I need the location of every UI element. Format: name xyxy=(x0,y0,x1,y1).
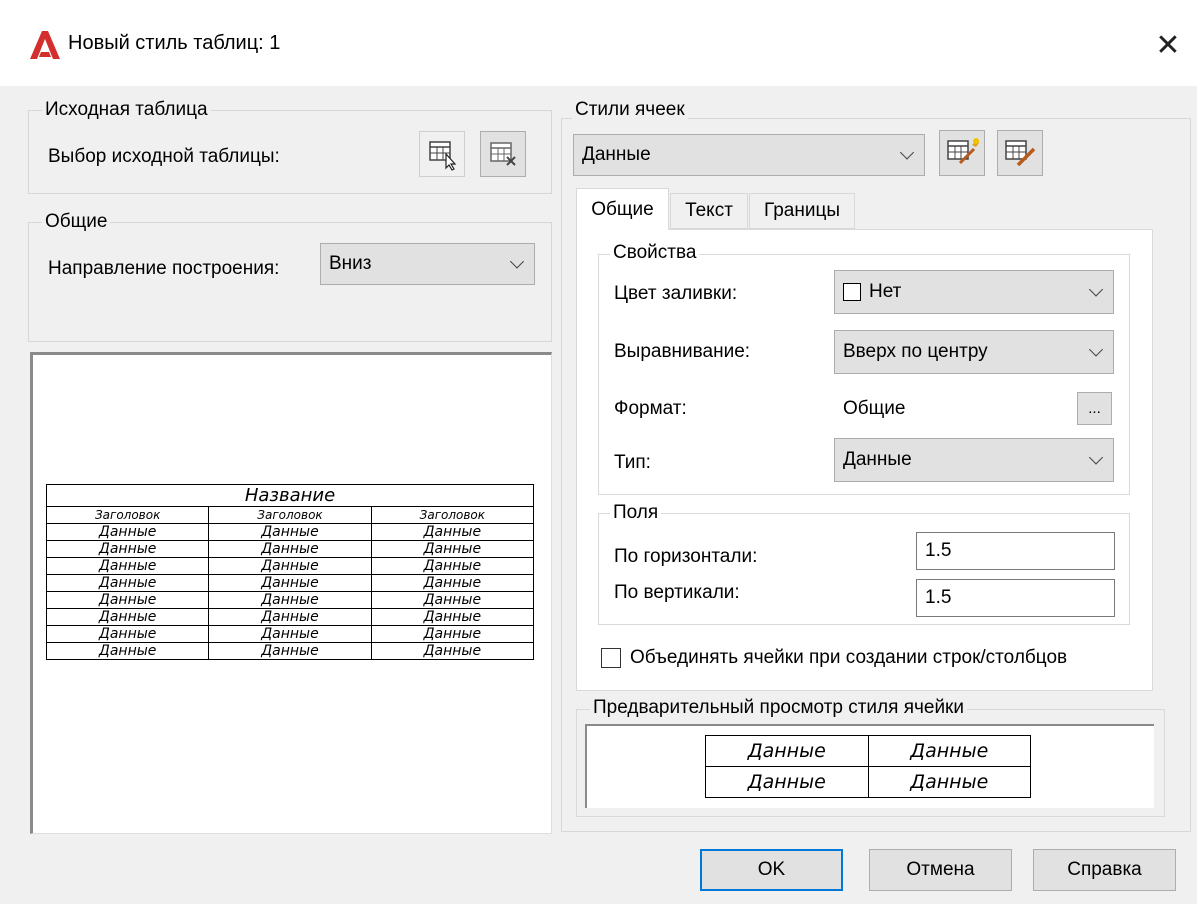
preview-data-cell: Данные xyxy=(208,591,372,609)
preview-data-cell: Данные xyxy=(208,574,372,592)
fill-color-value: Нет xyxy=(869,281,902,302)
preview-data-row: Данные Данные Данные xyxy=(45,557,535,575)
preview-header-cell: Заголовок xyxy=(45,506,210,524)
horizontal-margin-input[interactable]: 1.5 xyxy=(916,532,1115,570)
table-preview: Название Заголовок Заголовок Заголовок Д… xyxy=(45,484,535,660)
general-group-label: Общие xyxy=(42,211,111,233)
preview-data-cell: Данные xyxy=(370,574,535,592)
format-browse-button[interactable]: ... xyxy=(1077,392,1112,425)
preview-header-cell: Заголовок xyxy=(370,506,535,524)
table-remove-icon xyxy=(490,142,516,166)
preview-data-cell: Данные xyxy=(45,523,210,541)
close-icon[interactable]: ✕ xyxy=(1148,26,1188,66)
help-button[interactable]: Справка xyxy=(1033,849,1176,891)
type-value: Данные xyxy=(843,449,912,470)
new-cell-style-button[interactable] xyxy=(939,130,985,176)
preview-data-row: Данные Данные Данные xyxy=(45,642,535,660)
preview-data-cell: Данные xyxy=(370,540,535,558)
direction-value: Вниз xyxy=(329,253,372,274)
cell-style-value: Данные xyxy=(582,144,651,165)
cell-style-select[interactable]: Данные xyxy=(573,134,925,176)
preview-data-cell: Данные xyxy=(370,523,535,541)
alignment-select[interactable]: Вверх по центру xyxy=(834,330,1114,374)
cell-preview-table: Данные Данные Данные Данные xyxy=(705,735,1031,798)
preview-data-cell: Данные xyxy=(208,557,372,575)
direction-label: Направление построения: xyxy=(48,258,280,279)
chevron-down-icon xyxy=(509,254,525,269)
preview-data-cell: Данные xyxy=(208,642,372,660)
merge-cells-checkbox[interactable] xyxy=(601,648,621,668)
preview-data-cell: Данные xyxy=(370,625,535,643)
preview-data-cell: Данные xyxy=(45,625,210,643)
fill-color-label: Цвет заливки: xyxy=(614,283,738,304)
source-table-group-label: Исходная таблица xyxy=(42,99,211,121)
margins-group-label: Поля xyxy=(610,502,662,524)
preview-data-cell: Данные xyxy=(45,608,210,626)
vertical-margin-label: По вертикали: xyxy=(614,582,740,603)
fill-color-select[interactable]: Нет xyxy=(834,270,1114,314)
select-table-button[interactable] xyxy=(419,131,465,177)
preview-data-cell: Данные xyxy=(208,540,372,558)
preview-data-row: Данные Данные Данные xyxy=(45,625,535,643)
vertical-margin-input[interactable]: 1.5 xyxy=(916,579,1115,617)
alignment-value: Вверх по центру xyxy=(843,341,988,362)
cell-preview-cell: Данные xyxy=(867,735,1031,767)
direction-select[interactable]: Вниз xyxy=(320,243,535,285)
preview-data-cell: Данные xyxy=(370,557,535,575)
table-select-icon xyxy=(429,141,457,171)
preview-data-cell: Данные xyxy=(370,591,535,609)
merge-cells-label: Объединять ячейки при создании строк/сто… xyxy=(630,647,1068,668)
type-label: Тип: xyxy=(614,452,651,473)
preview-data-cell: Данные xyxy=(370,608,535,626)
alignment-label: Выравнивание: xyxy=(614,341,751,362)
preview-data-cell: Данные xyxy=(208,608,372,626)
preview-data-row: Данные Данные Данные xyxy=(45,540,535,558)
preview-data-row: Данные Данные Данные xyxy=(45,608,535,626)
ok-button[interactable]: OK xyxy=(700,849,843,891)
cell-preview-cell: Данные xyxy=(867,766,1031,798)
preview-data-cell: Данные xyxy=(45,642,210,660)
preview-data-cell: Данные xyxy=(45,557,210,575)
preview-data-cell: Данные xyxy=(208,523,372,541)
tab-borders[interactable]: Границы xyxy=(749,193,855,229)
format-value: Общие xyxy=(843,398,906,419)
preview-data-cell: Данные xyxy=(45,574,210,592)
new-cell-style-icon xyxy=(947,138,979,165)
manage-cell-styles-button[interactable] xyxy=(997,130,1043,176)
preview-title-cell: Название xyxy=(46,484,534,507)
preview-data-cell: Данные xyxy=(208,625,372,643)
horizontal-margin-label: По горизонтали: xyxy=(614,546,758,567)
format-label: Формат: xyxy=(614,398,687,419)
preview-data-row: Данные Данные Данные xyxy=(45,523,535,541)
cancel-button[interactable]: Отмена xyxy=(869,849,1012,891)
tab-text[interactable]: Текст xyxy=(670,193,748,229)
chevron-down-icon xyxy=(1088,282,1104,297)
preview-data-cell: Данные xyxy=(45,591,210,609)
autocad-logo-icon xyxy=(30,31,60,59)
tab-general[interactable]: Общие xyxy=(576,188,669,230)
remove-table-button[interactable] xyxy=(480,131,526,177)
preview-data-cell: Данные xyxy=(45,540,210,558)
cell-preview-group-label: Предварительный просмотр стиля ячейки xyxy=(590,697,967,719)
preview-data-row: Данные Данные Данные xyxy=(45,574,535,592)
properties-group-label: Свойства xyxy=(610,242,700,264)
select-source-table-label: Выбор исходной таблицы: xyxy=(48,146,280,167)
preview-header-cell: Заголовок xyxy=(208,506,372,524)
type-select[interactable]: Данные xyxy=(834,438,1114,482)
chevron-down-icon xyxy=(899,145,915,160)
cell-preview-cell: Данные xyxy=(705,766,869,798)
manage-cell-styles-icon xyxy=(1005,140,1036,167)
chevron-down-icon xyxy=(1088,450,1104,465)
cell-styles-group-label: Стили ячеек xyxy=(572,99,688,121)
cell-preview-cell: Данные xyxy=(705,735,869,767)
chevron-down-icon xyxy=(1088,342,1104,357)
window-title: Новый стиль таблиц: 1 xyxy=(68,32,281,54)
color-swatch-icon xyxy=(843,283,861,301)
preview-data-row: Данные Данные Данные xyxy=(45,591,535,609)
preview-data-cell: Данные xyxy=(370,642,535,660)
